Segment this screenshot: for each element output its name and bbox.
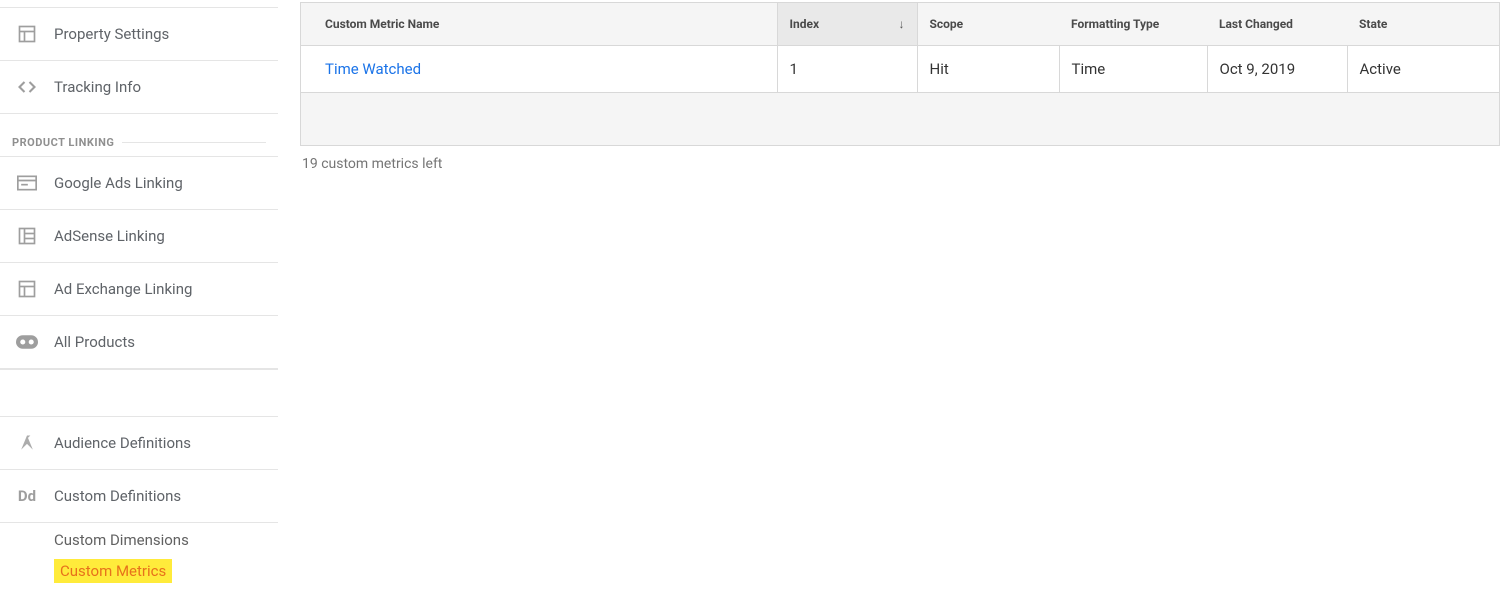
sidebar-item-label: All Products [54,333,135,351]
col-header-last-changed[interactable]: Last Changed [1207,3,1347,46]
col-header-index[interactable]: Index ↓ [777,3,917,46]
col-header-name[interactable]: Custom Metric Name [301,3,777,46]
sidebar: Property Settings Tracking Info PRODUCT … [0,0,278,593]
sidebar-item-adsense-linking[interactable]: AdSense Linking [0,209,278,263]
cell-last-changed: Oct 9, 2019 [1207,46,1347,93]
table-header-row: Custom Metric Name Index ↓ Scope Formatt… [301,3,1499,46]
custom-definitions-icon: Dd [16,485,38,507]
code-icon [16,76,38,98]
custom-definitions-sublist: Custom Dimensions Custom Metrics [0,523,278,585]
sort-arrow-down-icon: ↓ [899,17,905,31]
sidebar-item-label: Custom Definitions [54,487,181,505]
metrics-remaining-hint: 19 custom metrics left [300,146,1500,172]
main-content: Custom Metric Name Index ↓ Scope Formatt… [278,0,1500,593]
cell-scope: Hit [917,46,1059,93]
sidebar-sub-custom-dimensions[interactable]: Custom Dimensions [54,525,278,555]
sidebar-item-google-ads-linking[interactable]: Google Ads Linking [0,156,278,210]
sidebar-item-label: Property Settings [54,25,169,43]
sidebar-item-label: Ad Exchange Linking [54,280,192,298]
sidebar-item-label: Audience Definitions [54,434,191,452]
adsense-icon [16,225,38,247]
sidebar-item-label: Tracking Info [54,78,141,96]
table-footer [301,93,1499,145]
ad-exchange-icon [16,278,38,300]
section-heading-product-linking: PRODUCT LINKING [0,114,278,157]
ads-icon [16,172,38,194]
sidebar-item-label: Google Ads Linking [54,174,183,192]
sidebar-item-property-settings[interactable]: Property Settings [0,7,278,61]
sidebar-item-label: AdSense Linking [54,227,165,245]
sidebar-item-ad-exchange-linking[interactable]: Ad Exchange Linking [0,262,278,316]
cell-name: Time Watched [301,46,777,93]
custom-metrics-table: Custom Metric Name Index ↓ Scope Formatt… [300,2,1500,146]
cell-state: Active [1347,46,1499,93]
sidebar-item-tracking-info[interactable]: Tracking Info [0,60,278,114]
sidebar-item-audience-definitions[interactable]: Audience Definitions [0,416,278,470]
col-header-scope[interactable]: Scope [917,3,1059,46]
sidebar-sub-custom-metrics[interactable]: Custom Metrics [54,559,172,583]
cell-formatting-type: Time [1059,46,1207,93]
audience-icon [16,432,38,454]
cell-index: 1 [777,46,917,93]
col-header-formatting-type[interactable]: Formatting Type [1059,3,1207,46]
property-settings-icon [16,23,38,45]
metric-link[interactable]: Time Watched [325,60,421,78]
col-header-state[interactable]: State [1347,3,1499,46]
table-row: Time Watched 1 Hit Time Oct 9, 2019 Acti… [301,46,1499,93]
link-icon [16,331,38,353]
sidebar-item-all-products[interactable]: All Products [0,315,278,369]
sidebar-item-custom-definitions[interactable]: Dd Custom Definitions [0,469,278,523]
